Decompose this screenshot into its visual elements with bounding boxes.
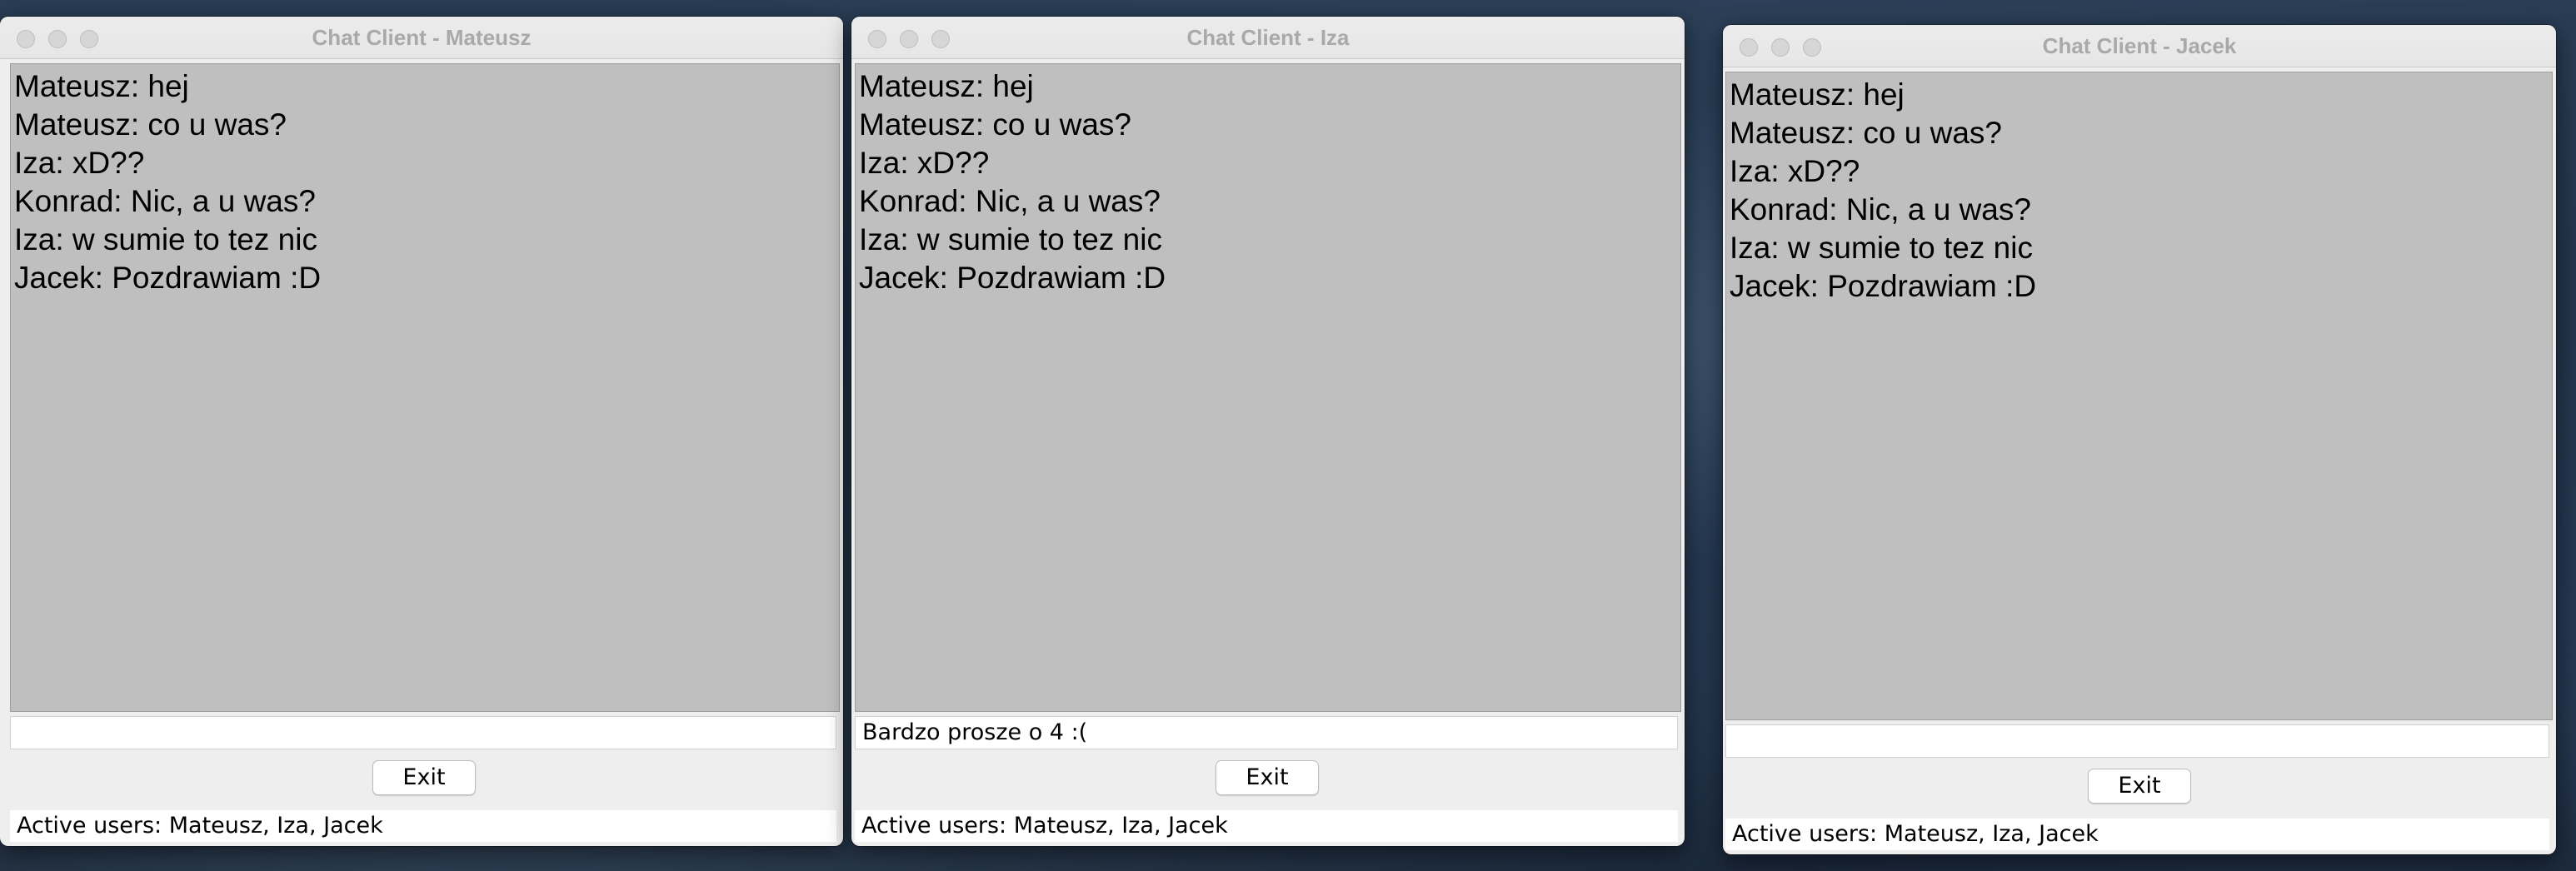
chat-messages-area[interactable]: Mateusz: hej Mateusz: co u was? Iza: xD?… [10, 63, 840, 712]
chat-message: Jacek: Pozdrawiam :D [859, 261, 1166, 295]
chat-message: Konrad: Nic, a u was? [14, 184, 316, 218]
chat-window-iza: Chat Client - Iza Mateusz: hej Mateusz: … [851, 17, 1685, 846]
chat-message: Konrad: Nic, a u was? [859, 184, 1161, 218]
message-input[interactable] [10, 716, 836, 749]
message-input[interactable]: Bardzo prosze o 4 :( [855, 716, 1678, 749]
window-title: Chat Client - Jacek [2042, 33, 2237, 58]
title-bar[interactable]: Chat Client - Mateusz [0, 17, 843, 59]
chat-message: Iza: xD?? [14, 146, 145, 180]
exit-button[interactable]: Exit [372, 760, 476, 795]
chat-message: Iza: w sumie to tez nic [1730, 231, 2033, 265]
chat-message: Mateusz: co u was? [1730, 116, 2002, 150]
chat-message: Mateusz: hej [1730, 77, 1905, 112]
chat-window-mateusz: Chat Client - Mateusz Mateusz: hej Mateu… [0, 17, 843, 846]
chat-message: Jacek: Pozdrawiam :D [1730, 269, 2037, 303]
chat-message: Iza: w sumie to tez nic [859, 222, 1162, 256]
chat-message: Iza: xD?? [1730, 154, 1860, 188]
active-users-status: Active users: Mateusz, Iza, Jacek [855, 810, 1678, 842]
chat-message: Mateusz: hej [14, 69, 189, 103]
active-users-status: Active users: Mateusz, Iza, Jacek [10, 810, 836, 842]
chat-message: Konrad: Nic, a u was? [1730, 192, 2031, 226]
chat-message: Mateusz: co u was? [859, 107, 1131, 142]
exit-button[interactable]: Exit [1216, 760, 1319, 795]
title-bar[interactable]: Chat Client - Jacek [1723, 25, 2556, 67]
chat-message: Mateusz: co u was? [14, 107, 287, 142]
title-bar[interactable]: Chat Client - Iza [851, 17, 1685, 59]
active-users-status: Active users: Mateusz, Iza, Jacek [1725, 819, 2549, 850]
chat-message: Jacek: Pozdrawiam :D [14, 261, 322, 295]
chat-messages-area[interactable]: Mateusz: hej Mateusz: co u was? Iza: xD?… [855, 63, 1681, 712]
exit-button[interactable]: Exit [2088, 769, 2191, 804]
chat-message: Mateusz: hej [859, 69, 1034, 103]
desktop-background: Chat Client - Mateusz Mateusz: hej Mateu… [0, 0, 2576, 871]
chat-window-jacek: Chat Client - Jacek Mateusz: hej Mateusz… [1723, 25, 2556, 854]
message-input[interactable] [1725, 724, 2549, 758]
window-title: Chat Client - Mateusz [312, 25, 532, 50]
window-title: Chat Client - Iza [1186, 25, 1350, 50]
chat-message: Iza: w sumie to tez nic [14, 222, 317, 256]
chat-message: Iza: xD?? [859, 146, 990, 180]
chat-messages-area[interactable]: Mateusz: hej Mateusz: co u was? Iza: xD?… [1725, 72, 2553, 720]
